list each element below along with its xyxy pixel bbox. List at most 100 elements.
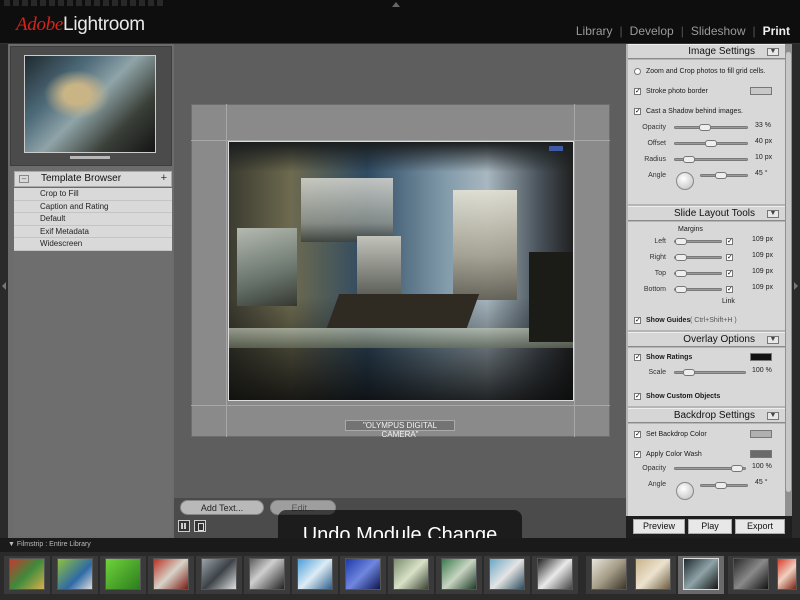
angle-dial-icon[interactable]	[676, 172, 694, 190]
collapse-icon[interactable]: ▼	[767, 336, 779, 344]
filmstrip-source[interactable]: Entire Library	[49, 541, 91, 548]
template-item[interactable]: Default	[14, 213, 172, 226]
filmstrip-thumbnail[interactable]	[345, 558, 381, 590]
angle-value[interactable]: 45 °	[755, 170, 768, 177]
filmstrip-thumbnail[interactable]	[249, 558, 285, 590]
opacity-value[interactable]: 33 %	[755, 122, 771, 129]
filmstrip-label[interactable]: ▼ Filmstrip : Entire Library	[8, 541, 91, 548]
color-wash-swatch[interactable]	[750, 450, 772, 458]
module-slideshow[interactable]: Slideshow	[691, 24, 746, 38]
photo-caption[interactable]: "OLYMPUS DIGITAL CAMERA"	[345, 420, 455, 439]
filmstrip-thumbnail[interactable]	[635, 558, 671, 590]
template-item[interactable]: Crop to Fill	[14, 188, 172, 201]
offset-slider[interactable]	[674, 140, 748, 147]
color-wash-checkbox[interactable]: ✓	[634, 451, 641, 458]
filmstrip-thumbnail[interactable]	[591, 558, 627, 590]
filmstrip-thumbnail[interactable]	[297, 558, 333, 590]
stroke-checkbox[interactable]: ✓	[634, 88, 641, 95]
margin-bottom-link-checkbox[interactable]: ✓	[726, 286, 733, 293]
filmstrip-thumbnail[interactable]	[441, 558, 477, 590]
opacity-slider[interactable]	[674, 124, 748, 131]
filmstrip-thumbnail[interactable]	[733, 558, 769, 590]
show-custom-objects-checkbox[interactable]: ✓	[634, 393, 641, 400]
show-guides-checkbox[interactable]: ✓	[634, 317, 641, 324]
overlay-options-header[interactable]: Overlay Options ▼	[628, 332, 785, 347]
stroke-color-swatch[interactable]	[750, 87, 772, 95]
slide-photo[interactable]	[228, 141, 574, 401]
loupe-view-icon[interactable]	[194, 520, 206, 532]
wash-opacity-label: Opacity	[642, 465, 666, 472]
backdrop-settings-header[interactable]: Backdrop Settings ▼	[628, 408, 785, 423]
backdrop-color-swatch[interactable]	[750, 430, 772, 438]
export-button[interactable]: Export	[735, 519, 785, 534]
collapse-icon[interactable]: –	[19, 175, 29, 183]
margin-top-link-checkbox[interactable]: ✓	[726, 270, 733, 277]
module-print[interactable]: Print	[763, 24, 790, 38]
set-backdrop-color-checkbox[interactable]: ✓	[634, 431, 641, 438]
filmstrip-thumbnail[interactable]	[9, 558, 45, 590]
guide-left[interactable]	[226, 104, 227, 437]
margin-left-value[interactable]: 109 px	[752, 236, 773, 243]
right-scrollbar-thumb[interactable]	[786, 52, 791, 492]
angle-slider[interactable]	[700, 172, 748, 179]
slide-layout-header[interactable]: Slide Layout Tools ▼	[628, 206, 785, 221]
template-item[interactable]: Caption and Rating	[14, 201, 172, 213]
filmstrip-thumbnail-selected[interactable]	[683, 558, 719, 590]
filmstrip-thumbnail[interactable]	[105, 558, 141, 590]
template-item[interactable]: Exif Metadata	[14, 226, 172, 238]
radius-value[interactable]: 10 px	[755, 154, 772, 161]
filmstrip-thumbnail[interactable]	[201, 558, 237, 590]
template-item[interactable]: Widescreen	[14, 238, 172, 251]
module-library[interactable]: Library	[576, 24, 613, 38]
play-button[interactable]: Play	[688, 519, 732, 534]
filmstrip-thumbnail[interactable]	[153, 558, 189, 590]
filmstrip-thumbnail[interactable]	[777, 558, 797, 590]
offset-value[interactable]: 40 px	[755, 138, 772, 145]
filmstrip-thumbnail[interactable]	[537, 558, 573, 590]
preview-button[interactable]: Preview	[633, 519, 685, 534]
margin-left-link-checkbox[interactable]: ✓	[726, 238, 733, 245]
margin-top-slider[interactable]	[674, 270, 722, 277]
guide-right[interactable]	[574, 104, 575, 437]
zoom-crop-checkbox[interactable]	[634, 68, 641, 75]
left-panel-edge[interactable]	[0, 44, 8, 538]
add-text-button[interactable]: Add Text...	[180, 500, 264, 515]
module-develop[interactable]: Develop	[630, 24, 674, 38]
image-settings-header[interactable]: Image Settings ▼	[628, 44, 785, 59]
ratings-color-swatch[interactable]	[750, 353, 772, 361]
collapse-icon[interactable]: ▼	[767, 48, 779, 56]
margin-top-value[interactable]: 109 px	[752, 268, 773, 275]
collapse-right-arrow-icon[interactable]	[794, 282, 798, 290]
scale-slider[interactable]	[674, 369, 746, 376]
collapse-top-arrow-icon[interactable]	[392, 2, 400, 7]
filmstrip-thumbnail[interactable]	[57, 558, 93, 590]
add-template-icon[interactable]: +	[161, 172, 167, 184]
right-panel-edge[interactable]	[792, 44, 800, 538]
logo-product: Lightroom	[63, 14, 145, 35]
margin-bottom-slider[interactable]	[674, 286, 722, 293]
scale-value[interactable]: 100 %	[752, 367, 772, 374]
wash-angle-dial-icon[interactable]	[676, 482, 694, 500]
radius-slider[interactable]	[674, 156, 748, 163]
template-browser-header[interactable]: – Template Browser +	[14, 171, 172, 187]
margin-bottom-value[interactable]: 109 px	[752, 284, 773, 291]
wash-opacity-slider[interactable]	[674, 465, 746, 472]
filmstrip-thumbnail[interactable]	[393, 558, 429, 590]
margin-left-slider[interactable]	[674, 238, 722, 245]
collapse-left-arrow-icon[interactable]	[2, 282, 6, 290]
margin-left-label: Left	[654, 238, 666, 245]
margin-right-link-checkbox[interactable]: ✓	[726, 254, 733, 261]
shadow-checkbox[interactable]: ✓	[634, 108, 641, 115]
section-title: Overlay Options	[683, 334, 755, 345]
guide-bottom[interactable]	[191, 405, 610, 406]
wash-opacity-value[interactable]: 100 %	[752, 463, 772, 470]
collapse-icon[interactable]: ▼	[767, 210, 779, 218]
grid-view-icon[interactable]	[178, 520, 190, 532]
collapse-icon[interactable]: ▼	[767, 412, 779, 420]
filmstrip-thumbnail[interactable]	[489, 558, 525, 590]
show-ratings-checkbox[interactable]: ✓	[634, 354, 641, 361]
wash-angle-slider[interactable]	[700, 482, 748, 489]
margin-right-value[interactable]: 109 px	[752, 252, 773, 259]
margin-right-slider[interactable]	[674, 254, 722, 261]
wash-angle-value[interactable]: 45 °	[755, 479, 768, 486]
